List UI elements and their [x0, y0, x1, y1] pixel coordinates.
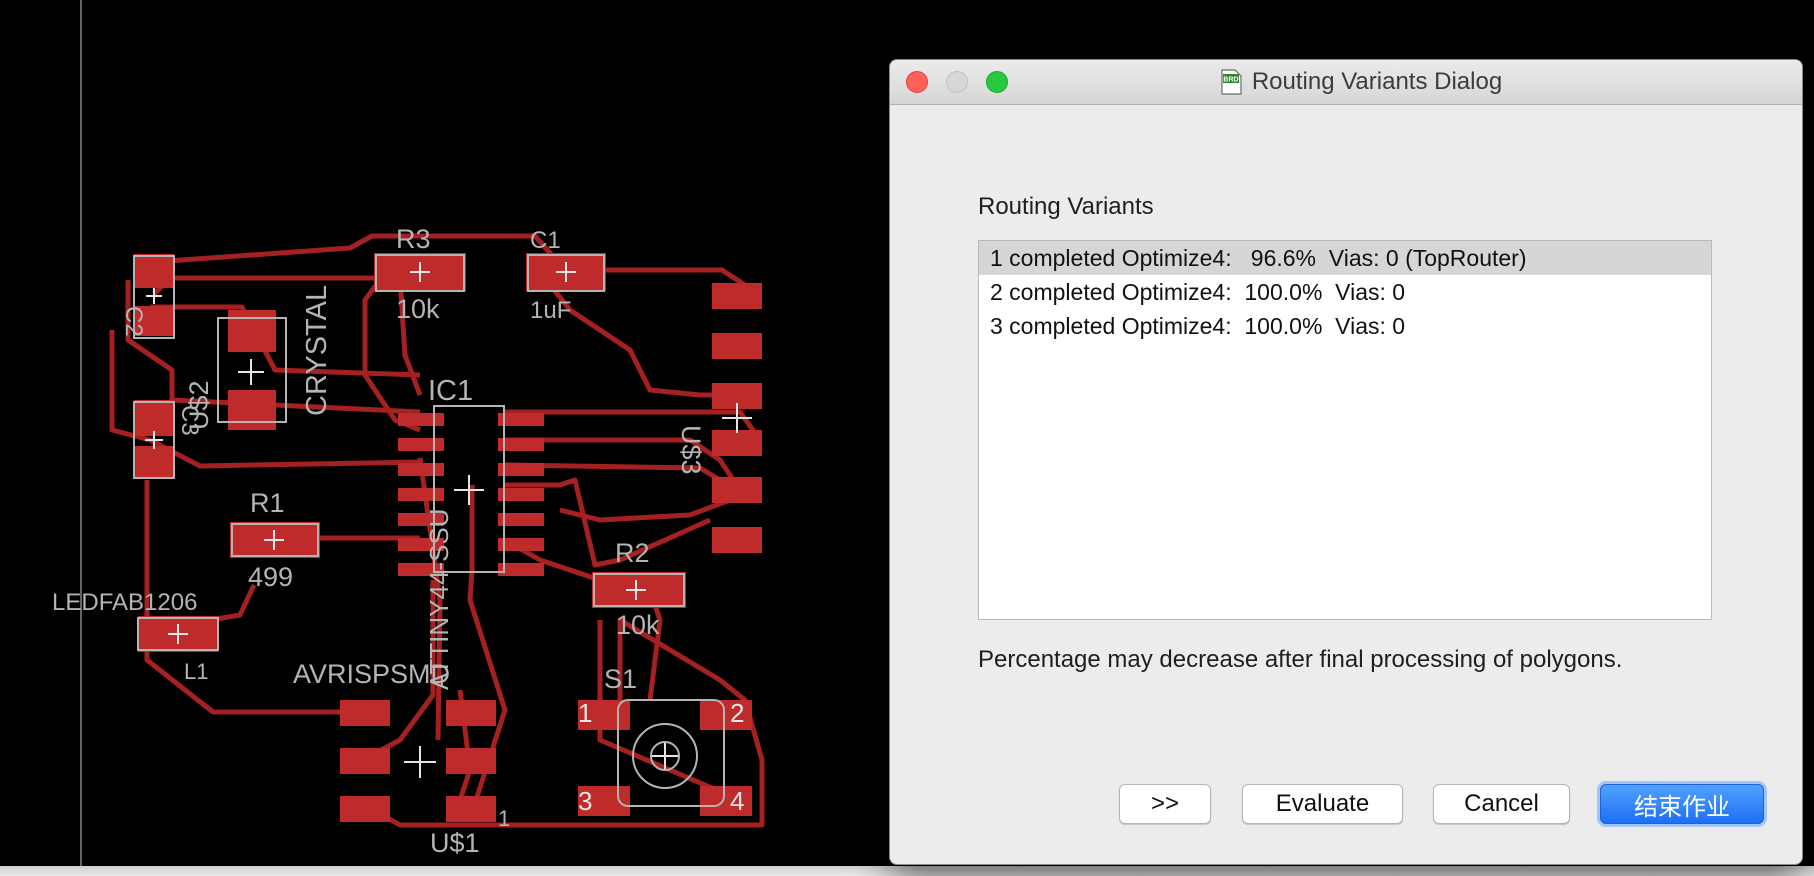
bottom-window-edge	[0, 866, 1814, 876]
more-button[interactable]: >>	[1119, 784, 1211, 824]
r1-value-label: 499	[248, 562, 293, 592]
routing-variants-dialog[interactable]: BRD Routing Variants Dialog Routing Vari…	[890, 60, 1802, 864]
crystal-label: CRYSTAL	[301, 285, 333, 416]
variant-row[interactable]: 1 completed Optimize4: 96.6% Vias: 0 (To…	[979, 241, 1711, 275]
l1-name-label: L1	[184, 659, 208, 684]
avrisp-pin1-label: 1	[498, 806, 510, 831]
led-name-label: LEDFAB1206	[52, 589, 197, 616]
c2-name-label: C2	[120, 306, 147, 337]
us3-name-label: U$3	[676, 425, 706, 475]
r2-value-label: 10k	[616, 610, 660, 640]
ic1-name-label: IC1	[428, 375, 473, 407]
dialog-title: Routing Variants Dialog	[1251, 68, 1503, 95]
avrisp-label: AVRISPSMD	[293, 659, 450, 689]
dialog-titlebar[interactable]: BRD Routing Variants Dialog	[890, 60, 1802, 105]
r1-name-label: R1	[250, 488, 285, 518]
brd-file-icon: BRD	[1221, 69, 1242, 95]
end-job-button[interactable]: 结束作业	[1600, 784, 1764, 824]
variant-row[interactable]: 3 completed Optimize4: 100.0% Vias: 0	[979, 309, 1711, 343]
routing-variants-list[interactable]: 1 completed Optimize4: 96.6% Vias: 0 (To…	[978, 240, 1712, 620]
svg-text:BRD: BRD	[1223, 77, 1238, 84]
r2-name-label: R2	[615, 538, 650, 568]
r3-value-label: 10k	[396, 294, 440, 324]
s1-name-label: S1	[604, 664, 637, 694]
c1-name-label: C1	[530, 227, 561, 254]
routing-variants-label: Routing Variants	[978, 193, 1154, 220]
c3-name-label: C3	[176, 405, 203, 436]
s1-pin3-label: 3	[578, 786, 592, 816]
cancel-button[interactable]: Cancel	[1433, 784, 1570, 824]
evaluate-button[interactable]: Evaluate	[1242, 784, 1403, 824]
polygon-percentage-note: Percentage may decrease after final proc…	[978, 646, 1623, 673]
s1-pin4-label: 4	[730, 786, 744, 816]
us1-name-label: U$1	[430, 828, 480, 858]
variant-row[interactable]: 2 completed Optimize4: 100.0% Vias: 0	[979, 275, 1711, 309]
s1-pin2-label: 2	[730, 698, 744, 728]
c1-value-label: 1uF	[530, 297, 571, 324]
r3-name-label: R3	[396, 224, 431, 254]
s1-pin1-label: 1	[578, 698, 592, 728]
